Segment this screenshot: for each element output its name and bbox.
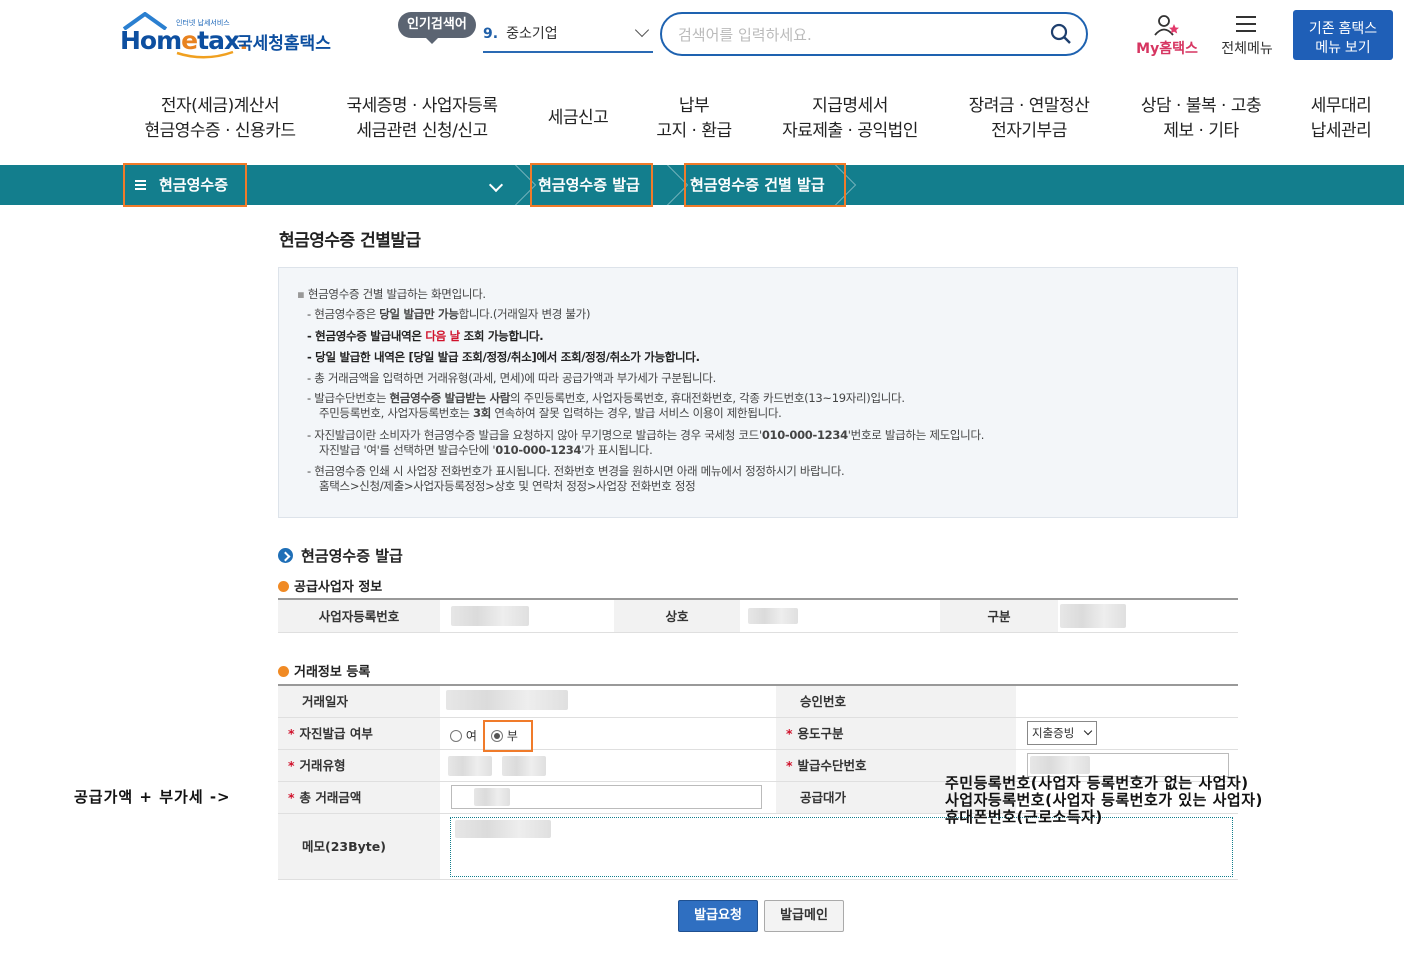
- total-amount-label: * 총 거래금액: [278, 782, 440, 813]
- chevron-down-icon: [1083, 726, 1093, 736]
- page-title: 현금영수증 건별발급: [279, 231, 421, 251]
- search-icon[interactable]: [1050, 23, 1072, 45]
- arrow-circle-icon: [278, 548, 293, 563]
- radio-icon: [450, 730, 462, 742]
- category-label: 구분: [940, 600, 1058, 632]
- memo-textarea[interactable]: [450, 817, 1233, 877]
- popular-search-badge: 인기검색어: [398, 12, 476, 44]
- trade-row-date: 거래일자 승인번호: [278, 686, 1238, 718]
- gnb-incentive-yearend[interactable]: 장려금 · 연말정산 전자기부금: [960, 94, 1098, 144]
- bullet-icon: [278, 581, 289, 592]
- self-issue-yes-radio[interactable]: 여: [450, 727, 477, 744]
- popular-keyword-select[interactable]: 9. 중소기업: [483, 20, 653, 53]
- trade-type-option[interactable]: [502, 756, 546, 776]
- company-name-value: [748, 608, 798, 624]
- hometax-logo[interactable]: 인터넷 납세서비스 Hometax. 국세청홈택스: [120, 12, 335, 62]
- gnb-consult-appeal[interactable]: 상담 · 불복 · 고충 제보 · 기타: [1133, 94, 1269, 144]
- approval-number-label: 승인번호: [776, 686, 1016, 717]
- logo-swoosh-icon: [176, 50, 234, 59]
- old-hometax-menu-button[interactable]: 기존 홈택스 메뉴 보기: [1293, 10, 1393, 60]
- chevron-down-icon: [634, 22, 650, 38]
- info-line: - 발급수단번호는 현금영수증 발급받는 사람의 주민등록번호, 사업자등록번호…: [307, 391, 905, 405]
- info-line: 자진발급 '여'를 선택하면 발급수단에 '010-000-1234'가 표시됩…: [319, 443, 653, 457]
- gnb-payment[interactable]: 납부 고지 · 환급: [650, 94, 738, 144]
- breadcrumb-level2[interactable]: 현금영수증 발급: [530, 163, 653, 207]
- issue-main-button[interactable]: 발급메인: [764, 900, 844, 932]
- radio-selected-icon: [491, 730, 503, 742]
- info-line: - 총 거래금액을 입력하면 거래유형(과세, 면세)에 따라 공급가액과 부가…: [307, 371, 716, 385]
- self-issue-label: * 자진발급 여부: [278, 718, 440, 749]
- my-hometax-link[interactable]: My홈택스: [1130, 12, 1204, 58]
- info-line: - 현금영수증 인쇄 시 사업장 전화번호가 표시됩니다. 전화번호 변경을 원…: [307, 464, 845, 478]
- gnb-certificate-registration[interactable]: 국세증명 · 사업자등록 세금관련 신청/신고: [340, 94, 504, 144]
- memo-label: 메모(23Byte): [278, 814, 440, 879]
- bullet-icon: [278, 666, 289, 677]
- info-notice-box: ▪ 현금영수증 건별 발급하는 화면입니다. - 현금영수증은 당일 발급만 가…: [278, 267, 1238, 518]
- info-line: 홈택스>신청/제출>사업자등록정정>상호 및 연락처 정정>사업장 전화번호 정…: [319, 479, 696, 493]
- gnb-einvoice-cashreceipt[interactable]: 전자(세금)계산서 현금영수증 · 신용카드: [140, 94, 300, 144]
- search-input[interactable]: [678, 23, 1038, 47]
- annotation-issue-means: 주민등록번호(사업자 등록번호가 없는 사업자) 사업자등록번호(사업자 등록번…: [945, 774, 1263, 826]
- company-name-label: 상호: [614, 600, 740, 632]
- hamburger-menu-icon: [135, 180, 146, 190]
- trade-row-self-issue: * 자진발급 여부 여 부 * 용도구분 지출증빙: [278, 718, 1238, 752]
- category-value: [1060, 604, 1126, 628]
- info-line: - 자진발급이란 소비자가 현금영수증 발급을 요청하지 않아 무기명으로 발급…: [307, 428, 985, 442]
- trade-date-label: 거래일자: [278, 686, 440, 717]
- info-line: 주민등록번호, 사업자등록번호는 3회 연속하여 잘못 입력하는 경우, 발급 …: [319, 406, 782, 420]
- info-line: - 당일 발급한 내역은 [당일 발급 조회/정정/취소]에서 조회/정정/취소…: [307, 350, 700, 364]
- info-line: - 현금영수증 발급내역은 다음 날 조회 가능합니다.: [307, 329, 544, 343]
- section-title: 현금영수증 발급: [278, 545, 403, 566]
- total-amount-input[interactable]: [451, 785, 762, 809]
- trade-type-option[interactable]: [448, 756, 492, 776]
- trade-info-title: 거래정보 등록: [278, 661, 370, 680]
- annotation-total-amount: 공급가액 + 부가세 ->: [74, 788, 231, 806]
- business-number-label: 사업자등록번호: [278, 600, 440, 632]
- trade-type-label: * 거래유형: [278, 750, 440, 781]
- logo-korean-name: 국세청홈택스: [237, 34, 331, 54]
- supplier-row: 사업자등록번호 상호 구분: [278, 600, 1238, 633]
- info-line: - 현금영수증은 당일 발급만 가능합니다.(거래일자 변경 불가): [307, 307, 591, 321]
- trade-date-value: [446, 690, 568, 710]
- gnb-tax-return[interactable]: 세금신고: [540, 106, 616, 131]
- breadcrumb-level1[interactable]: 현금영수증: [123, 163, 247, 207]
- user-icon: [1154, 15, 1179, 36]
- breadcrumb-level3[interactable]: 현금영수증 건별 발급: [684, 163, 846, 207]
- purpose-select[interactable]: 지출증빙: [1027, 721, 1097, 745]
- info-line: ▪ 현금영수증 건별 발급하는 화면입니다.: [297, 287, 486, 301]
- hamburger-menu-icon: [1236, 16, 1256, 32]
- all-menu-button[interactable]: 전체메뉴: [1214, 12, 1280, 58]
- self-issue-no-radio[interactable]: 부: [491, 727, 518, 744]
- search-box: [660, 12, 1088, 56]
- purpose-label: * 용도구분: [776, 718, 1016, 749]
- issue-request-button[interactable]: 발급요청: [678, 900, 758, 932]
- business-number-value: [451, 606, 529, 626]
- supplier-info-title: 공급사업자 정보: [278, 576, 382, 595]
- gnb-tax-agent[interactable]: 세무대리 납세관리: [1304, 94, 1378, 144]
- gnb-payment-statement[interactable]: 지급명세서 자료제출 · 공익법인: [775, 94, 925, 144]
